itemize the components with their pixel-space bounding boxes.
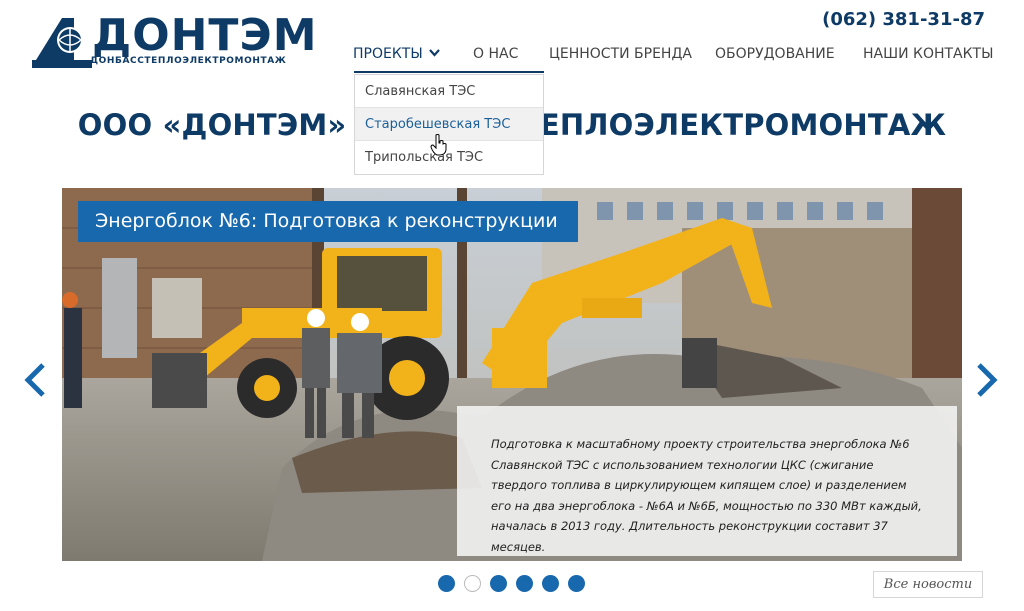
chevron-down-icon — [429, 49, 440, 57]
slider-dot[interactable] — [568, 575, 585, 592]
slide-description: Подготовка к масштабному проекту строите… — [457, 406, 957, 556]
all-news-button[interactable]: Все новости — [873, 571, 983, 598]
nav-item-projects[interactable]: ПРОЕКТЫ — [353, 46, 440, 62]
slider-dot[interactable] — [542, 575, 559, 592]
dropdown-item-slavyanskaya[interactable]: Славянская ТЭС — [355, 75, 543, 108]
slider-dot[interactable] — [516, 575, 533, 592]
slider-dot[interactable] — [438, 575, 455, 592]
phone-number[interactable]: (062) 381-31-87 — [822, 9, 985, 30]
slider-next-arrow-icon[interactable] — [974, 362, 1000, 398]
nav-item-brand-values[interactable]: ЦЕННОСТИ БРЕНДА — [549, 46, 692, 62]
slide-caption[interactable]: Энергоблок №6: Подготовка к реконструкци… — [78, 201, 578, 242]
dropdown-item-starobeshevskaya[interactable]: Старобешевская ТЭС — [355, 108, 543, 141]
slider-dot-active[interactable] — [464, 575, 481, 592]
nav-item-contacts[interactable]: НАШИ КОНТАКТЫ — [863, 46, 993, 62]
nav-item-equipment[interactable]: ОБОРУДОВАНИЕ — [715, 46, 835, 62]
nav-active-underline — [354, 71, 544, 73]
slider-dot[interactable] — [490, 575, 507, 592]
projects-dropdown: Славянская ТЭС Старобешевская ТЭС Трипол… — [354, 74, 544, 175]
hand-pointer-icon — [430, 134, 447, 156]
slider-prev-arrow-icon[interactable] — [22, 362, 48, 398]
nav-item-about[interactable]: О НАС — [473, 46, 518, 62]
main-nav: ПРОЕКТЫ О НАС ЦЕННОСТИ БРЕНДА ОБОРУДОВАН… — [0, 46, 1024, 66]
nav-item-label: ПРОЕКТЫ — [353, 46, 423, 62]
dropdown-item-tripolskaya[interactable]: Трипольская ТЭС — [355, 141, 543, 174]
